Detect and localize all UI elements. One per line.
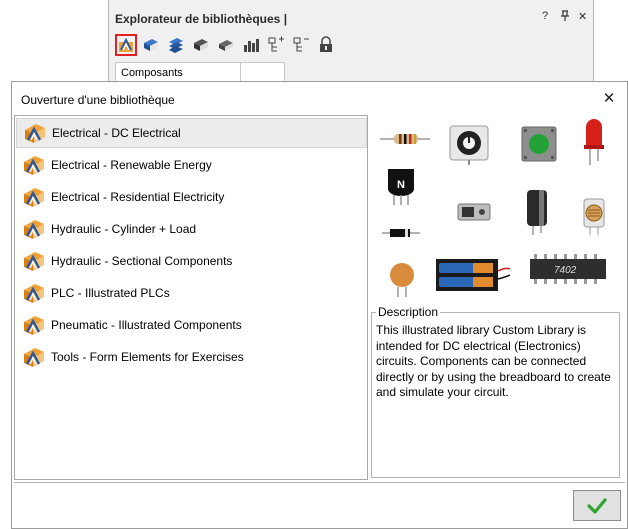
- close-icon: ✕: [602, 90, 616, 107]
- ceramic-capacitor-icon: [390, 263, 414, 297]
- library-icon: [22, 249, 46, 273]
- capacitor-icon: [527, 190, 547, 235]
- components-preview-image: N 7402: [380, 119, 606, 297]
- library-icon: [22, 185, 46, 209]
- explorer-toolbar: [115, 32, 337, 58]
- toolbar-button-9[interactable]: [315, 34, 337, 56]
- open-library-button[interactable]: [115, 34, 137, 56]
- book-stack-icon: [169, 38, 183, 53]
- explorer-title: Explorateur de bibliothèques |: [115, 12, 288, 26]
- library-item-label: Hydraulic - Sectional Components: [51, 254, 233, 268]
- library-item-label: Electrical - Residential Electricity: [51, 190, 225, 204]
- library-item[interactable]: Electrical - Residential Electricity: [16, 182, 367, 212]
- pin-icon: [561, 10, 569, 21]
- led-icon: [584, 119, 604, 165]
- library-icon: [22, 345, 46, 369]
- explorer-close-button[interactable]: ✕: [578, 10, 587, 23]
- book-edit-icon: [194, 39, 208, 51]
- photoresistor-icon: [583, 198, 605, 235]
- library-item-label: Electrical - DC Electrical: [52, 126, 181, 140]
- bar-chart-icon: [244, 39, 259, 52]
- help-button[interactable]: ?: [542, 10, 548, 22]
- book-blue-icon: [144, 39, 158, 51]
- library-explorer-panel: Explorateur de bibliothèques | ? ✕ Compo…: [108, 0, 594, 99]
- library-item[interactable]: Electrical - Renewable Energy: [16, 150, 367, 180]
- toolbar-button-6[interactable]: [240, 34, 262, 56]
- tree-add-icon: [268, 36, 284, 52]
- logic-chip-icon: 7402: [530, 254, 606, 284]
- library-item-label: Tools - Form Elements for Exercises: [51, 350, 244, 364]
- library-item-label: Pneumatic - Illustrated Components: [51, 318, 242, 332]
- resistor-icon: [380, 134, 430, 144]
- dialog-close-button[interactable]: ✕: [601, 90, 617, 107]
- toolbar-button-3[interactable]: [165, 34, 187, 56]
- tree-remove-icon: [293, 37, 309, 52]
- library-list[interactable]: Electrical - DC Electrical Electrical - …: [14, 115, 368, 480]
- library-item[interactable]: Tools - Form Elements for Exercises: [16, 342, 367, 372]
- library-item-label: Electrical - Renewable Energy: [51, 158, 212, 172]
- checkmark-icon: [587, 497, 607, 514]
- toolbar-button-8[interactable]: [290, 34, 312, 56]
- dialog-title: Ouverture d'une bibliothèque: [21, 93, 175, 107]
- library-item-label: PLC - Illustrated PLCs: [51, 286, 170, 300]
- toolbar-button-4[interactable]: [190, 34, 212, 56]
- svg-text:N: N: [397, 179, 405, 191]
- divider: [14, 482, 625, 483]
- toolbar-button-7[interactable]: [265, 34, 287, 56]
- description-group: Description This illustrated library Cus…: [371, 305, 620, 478]
- library-icon: [22, 281, 46, 305]
- library-item[interactable]: Electrical - DC Electrical: [16, 118, 367, 148]
- transistor-icon: N: [388, 169, 414, 205]
- description-text: This illustrated library Custom Library …: [376, 323, 611, 399]
- pin-button[interactable]: [560, 10, 570, 24]
- potentiometer-icon: [449, 125, 489, 165]
- lock-icon: [320, 36, 332, 52]
- library-icon: [22, 153, 46, 177]
- diode-icon: [382, 229, 420, 237]
- library-item[interactable]: Pneumatic - Illustrated Components: [16, 310, 367, 340]
- library-icon: [23, 121, 47, 145]
- library-item[interactable]: Hydraulic - Cylinder + Load: [16, 214, 367, 244]
- library-open-icon: [119, 37, 133, 52]
- library-icon: [22, 313, 46, 337]
- slide-switch-icon: [457, 203, 491, 221]
- push-button-icon: [521, 126, 557, 162]
- open-library-dialog: Ouverture d'une bibliothèque ✕ Electrica…: [11, 81, 628, 529]
- toolbar-button-2[interactable]: [140, 34, 162, 56]
- svg-text:7402: 7402: [554, 265, 577, 276]
- library-preview: N 7402: [372, 115, 618, 300]
- description-label: Description: [376, 305, 441, 319]
- ok-button[interactable]: [573, 490, 621, 521]
- library-item-label: Hydraulic - Cylinder + Load: [51, 222, 197, 236]
- battery-holder-icon: [436, 259, 511, 291]
- library-item[interactable]: Hydraulic - Sectional Components: [16, 246, 367, 276]
- library-item[interactable]: PLC - Illustrated PLCs: [16, 278, 367, 308]
- toolbar-button-5[interactable]: [215, 34, 237, 56]
- book-grey-icon: [219, 40, 233, 51]
- library-icon: [22, 217, 46, 241]
